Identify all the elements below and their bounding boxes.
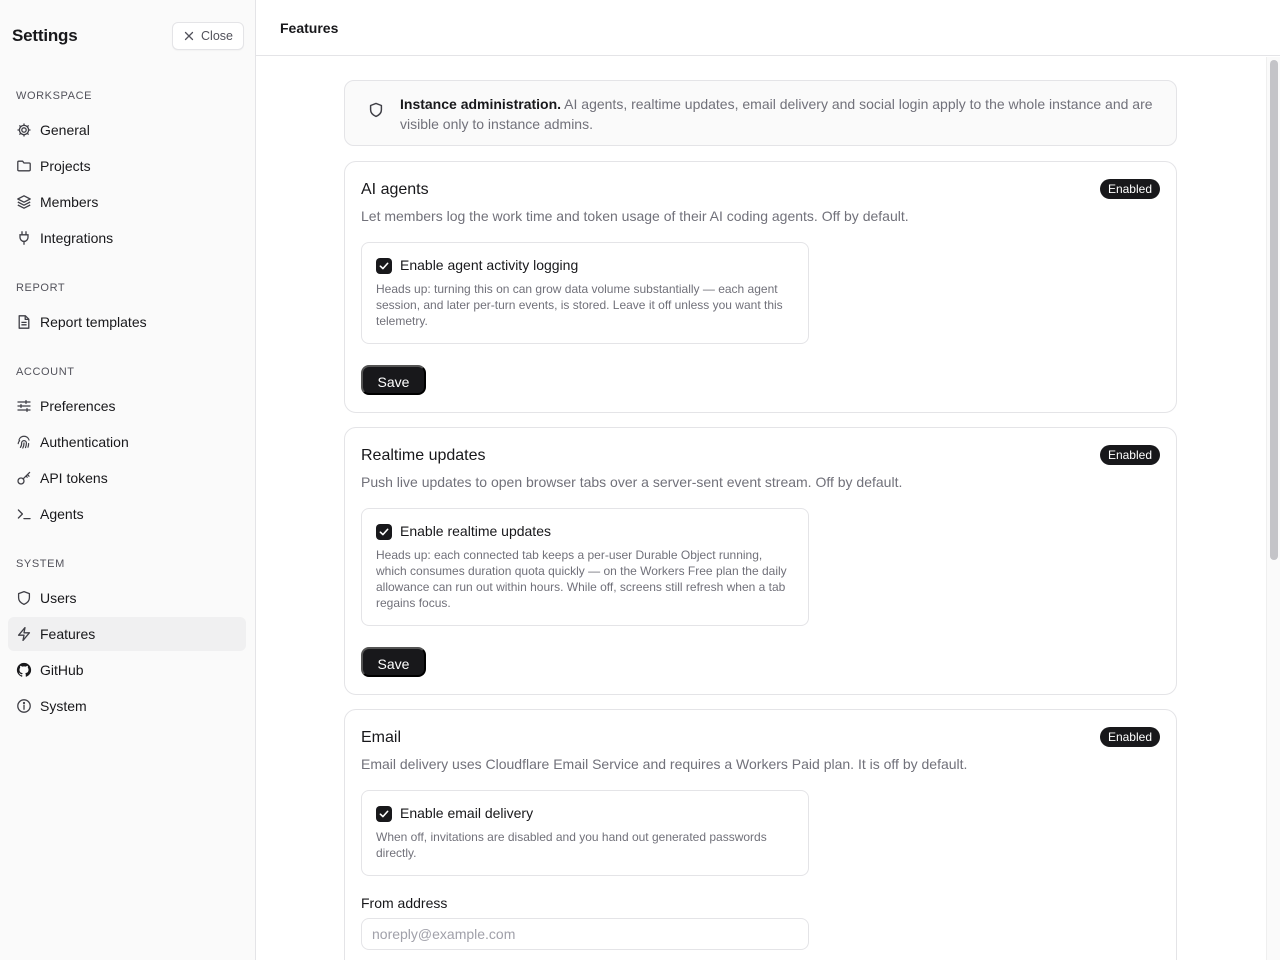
sidebar-item-system[interactable]: System [8, 689, 246, 723]
sidebar-item-projects[interactable]: Projects [8, 149, 246, 183]
section-label-account: ACCOUNT [16, 366, 75, 378]
card-title: Realtime updates [361, 447, 486, 464]
sidebar-header: Settings Close [12, 22, 244, 50]
info-icon [17, 699, 31, 713]
option-label[interactable]: Enable realtime updates [400, 523, 551, 539]
sidebar-item-preferences[interactable]: Preferences [8, 389, 246, 423]
option-box: Enable realtime updates Heads up: each c… [361, 508, 809, 626]
check-icon [379, 262, 389, 270]
card-description: Push live updates to open browser tabs o… [361, 474, 903, 490]
option-help-text: Heads up: turning this on can grow data … [376, 282, 783, 328]
card-description: Email delivery uses Cloudflare Email Ser… [361, 756, 968, 772]
settings-sidebar: Settings Close WORKSPACE General Project… [0, 0, 256, 960]
sidebar-item-authentication[interactable]: Authentication [8, 425, 246, 459]
sidebar-item-users[interactable]: Users [8, 581, 246, 615]
main-content: Instance administration. AI agents, real… [256, 57, 1266, 960]
folder-icon [17, 160, 31, 172]
sidebar-item-label: System [40, 698, 87, 714]
section-label-system: SYSTEM [16, 558, 65, 570]
status-badge: Enabled [1099, 179, 1160, 199]
layers-icon [17, 195, 31, 209]
plug-icon [19, 231, 29, 245]
save-button[interactable]: Save [361, 647, 426, 677]
close-button[interactable]: Close [172, 22, 244, 50]
sidebar-item-label: Agents [40, 506, 84, 522]
sidebar-item-report-templates[interactable]: Report templates [8, 305, 246, 339]
sidebar-item-label: Members [40, 194, 99, 210]
sidebar-item-members[interactable]: Members [8, 185, 246, 219]
sidebar-title: Settings [12, 26, 78, 45]
sidebar-item-features[interactable]: Features [8, 617, 246, 651]
option-label[interactable]: Enable agent activity logging [400, 257, 578, 273]
email-delivery-checkbox[interactable] [376, 806, 392, 822]
key-icon [17, 471, 31, 485]
shield-icon [369, 102, 383, 118]
option-help-text: When off, invitations are disabled and y… [376, 830, 767, 860]
from-address-label: From address [361, 895, 448, 911]
from-address-input[interactable] [361, 918, 809, 950]
sidebar-item-label: General [40, 122, 90, 138]
option-box: Enable agent activity logging Heads up: … [361, 242, 809, 344]
option-box: Enable email delivery When off, invitati… [361, 790, 809, 876]
sidebar-item-agents[interactable]: Agents [8, 497, 246, 531]
main-scrollbar[interactable] [1266, 57, 1280, 960]
sidebar-item-integrations[interactable]: Integrations [8, 221, 246, 255]
card-title: AI agents [361, 181, 429, 198]
file-text-icon [18, 315, 30, 329]
status-badge: Enabled [1099, 727, 1160, 747]
sidebar-item-api-tokens[interactable]: API tokens [8, 461, 246, 495]
card-description: Let members log the work time and token … [361, 208, 909, 224]
notice-title: Instance administration. [400, 96, 562, 112]
terminal-icon [17, 509, 31, 520]
admin-notice: Instance administration. AI agents, real… [344, 80, 1177, 146]
check-icon [379, 528, 389, 536]
shield-icon [17, 590, 31, 606]
sidebar-item-label: GitHub [40, 662, 84, 678]
sidebar-item-label: Preferences [40, 398, 116, 414]
close-label: Close [201, 29, 233, 43]
ai-agents-card: AI agents Enabled Let members log the wo… [344, 161, 1177, 413]
status-badge: Enabled [1099, 445, 1160, 465]
agent-logging-checkbox[interactable] [376, 258, 392, 274]
check-icon [379, 810, 389, 818]
realtime-updates-checkbox[interactable] [376, 524, 392, 540]
sliders-icon [17, 399, 31, 413]
sidebar-item-general[interactable]: General [8, 113, 246, 147]
gear-icon [17, 123, 31, 137]
option-label[interactable]: Enable email delivery [400, 805, 533, 821]
sidebar-item-github[interactable]: GitHub [8, 653, 246, 687]
section-label-report: REPORT [16, 282, 66, 294]
sidebar-item-label: Projects [40, 158, 91, 174]
realtime-updates-card: Realtime updates Enabled Push live updat… [344, 427, 1177, 695]
github-icon [16, 662, 32, 677]
sidebar-item-label: API tokens [40, 470, 108, 486]
scrollbar-thumb[interactable] [1270, 60, 1278, 560]
email-card: Email Enabled Email delivery uses Cloudf… [344, 709, 1177, 960]
sidebar-item-label: Features [40, 626, 96, 642]
sidebar-item-label: Authentication [40, 434, 129, 450]
fingerprint-icon [17, 435, 30, 449]
save-button[interactable]: Save [361, 365, 426, 395]
card-title: Email [361, 729, 402, 746]
top-bar: Features [256, 0, 1280, 56]
sidebar-item-label: Report templates [40, 314, 147, 330]
notice-text: Instance administration. AI agents, real… [400, 94, 1160, 134]
option-help-text: Heads up: each connected tab keeps a per… [376, 548, 787, 610]
zap-icon [17, 626, 31, 642]
sidebar-item-label: Integrations [40, 230, 114, 246]
page-title: Features [280, 20, 339, 36]
sidebar-item-label: Users [40, 590, 77, 606]
close-icon [184, 31, 194, 41]
section-label-workspace: WORKSPACE [16, 90, 93, 102]
